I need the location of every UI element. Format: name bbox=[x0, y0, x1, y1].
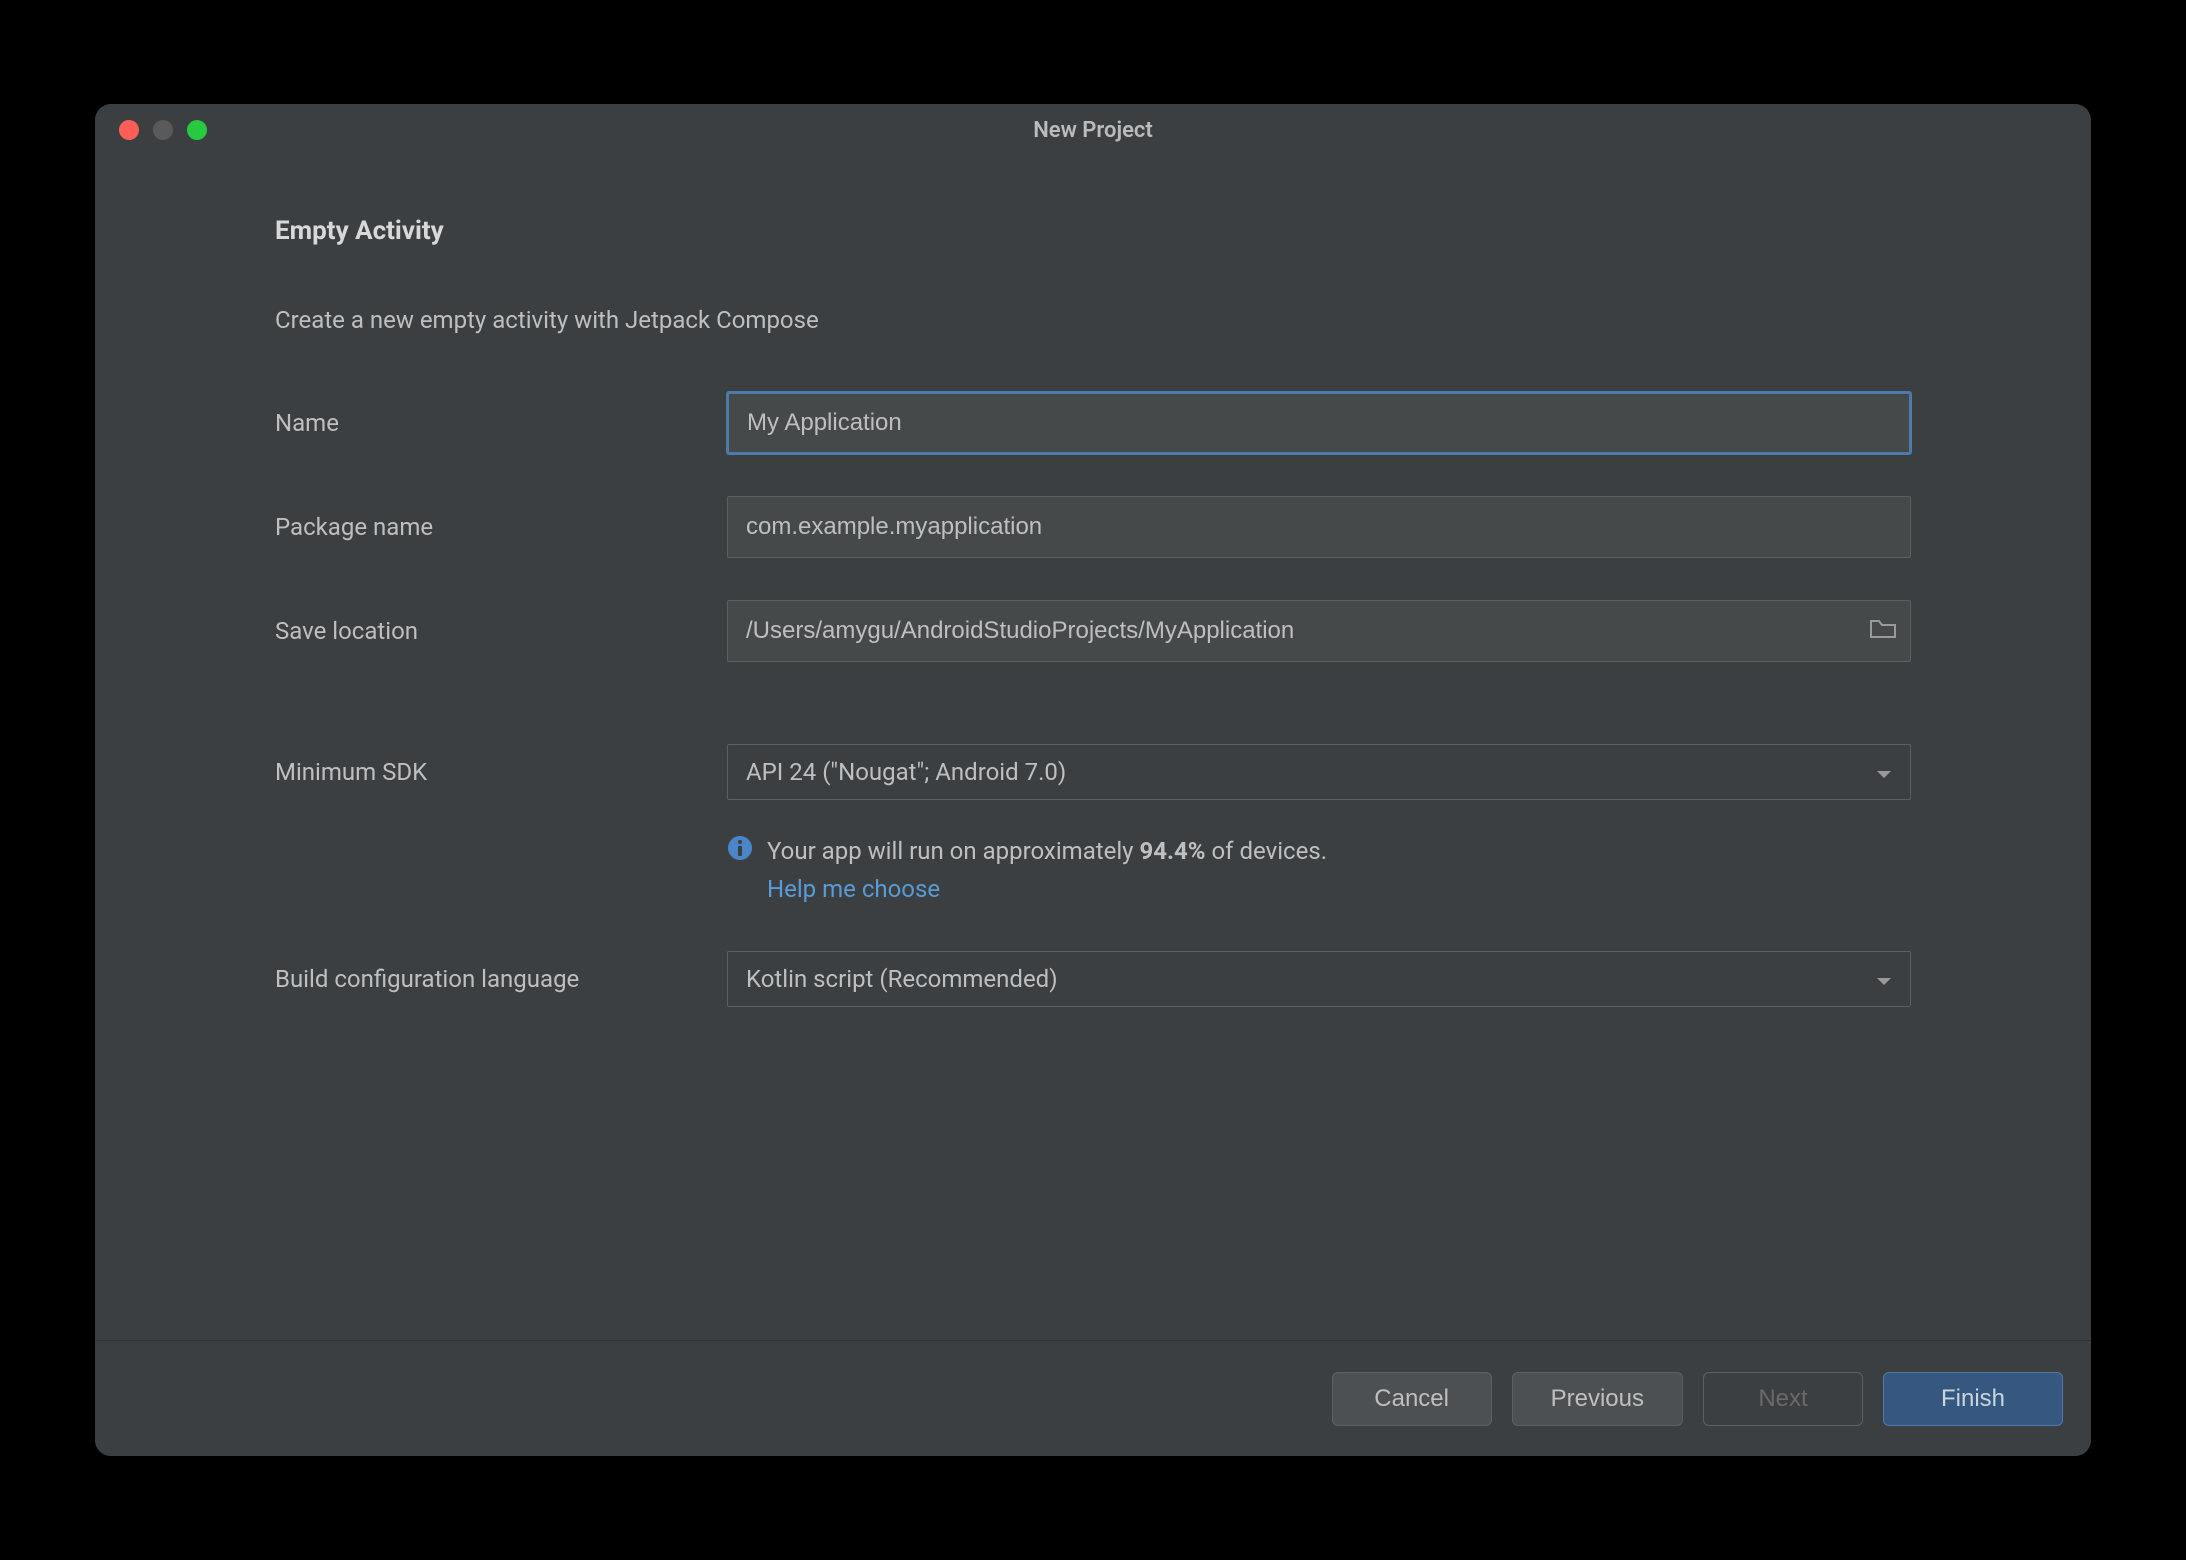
new-project-window: New Project Empty Activity Create a new … bbox=[95, 104, 2091, 1456]
finish-button[interactable]: Finish bbox=[1883, 1372, 2063, 1426]
sdk-row: Minimum SDK API 24 ("Nougat"; Android 7.… bbox=[275, 744, 1911, 800]
buildlang-dropdown[interactable]: Kotlin script (Recommended) bbox=[727, 951, 1911, 1007]
page-title: Empty Activity bbox=[275, 216, 1911, 246]
chevron-down-icon bbox=[1876, 965, 1892, 993]
titlebar: New Project bbox=[95, 104, 2091, 156]
location-label: Save location bbox=[275, 617, 727, 645]
next-button: Next bbox=[1703, 1372, 1863, 1426]
package-label: Package name bbox=[275, 513, 727, 541]
content-area: Empty Activity Create a new empty activi… bbox=[95, 156, 2091, 1340]
sdk-dropdown[interactable]: API 24 ("Nougat"; Android 7.0) bbox=[727, 744, 1911, 800]
traffic-lights bbox=[119, 120, 207, 140]
maximize-window-button[interactable] bbox=[187, 120, 207, 140]
window-title: New Project bbox=[1033, 118, 1153, 143]
name-input[interactable] bbox=[727, 392, 1911, 454]
cancel-button[interactable]: Cancel bbox=[1332, 1372, 1492, 1426]
buildlang-row: Build configuration language Kotlin scri… bbox=[275, 951, 1911, 1007]
page-subtitle: Create a new empty activity with Jetpack… bbox=[275, 306, 1911, 334]
folder-browse-icon[interactable] bbox=[1869, 617, 1897, 645]
help-me-choose-link[interactable]: Help me choose bbox=[767, 875, 940, 903]
info-percent: 94.4% bbox=[1140, 837, 1206, 865]
buildlang-label: Build configuration language bbox=[275, 965, 727, 993]
name-row: Name bbox=[275, 392, 1911, 454]
sdk-value: API 24 ("Nougat"; Android 7.0) bbox=[746, 758, 1066, 786]
info-prefix: Your app will run on approximately bbox=[767, 837, 1140, 865]
location-input[interactable] bbox=[727, 600, 1911, 662]
sdk-info-text: Your app will run on approximately 94.4%… bbox=[767, 832, 1327, 909]
sdk-info: Your app will run on approximately 94.4%… bbox=[727, 832, 1911, 909]
package-row: Package name bbox=[275, 496, 1911, 558]
buildlang-value: Kotlin script (Recommended) bbox=[746, 965, 1058, 993]
sdk-label: Minimum SDK bbox=[275, 758, 727, 786]
previous-button[interactable]: Previous bbox=[1512, 1372, 1683, 1426]
minimize-window-button[interactable] bbox=[153, 120, 173, 140]
footer: Cancel Previous Next Finish bbox=[95, 1340, 2091, 1456]
close-window-button[interactable] bbox=[119, 120, 139, 140]
location-row: Save location bbox=[275, 600, 1911, 662]
chevron-down-icon bbox=[1876, 758, 1892, 786]
name-label: Name bbox=[275, 409, 727, 437]
package-input[interactable] bbox=[727, 496, 1911, 558]
info-icon bbox=[727, 835, 753, 909]
info-suffix: of devices. bbox=[1206, 837, 1328, 865]
